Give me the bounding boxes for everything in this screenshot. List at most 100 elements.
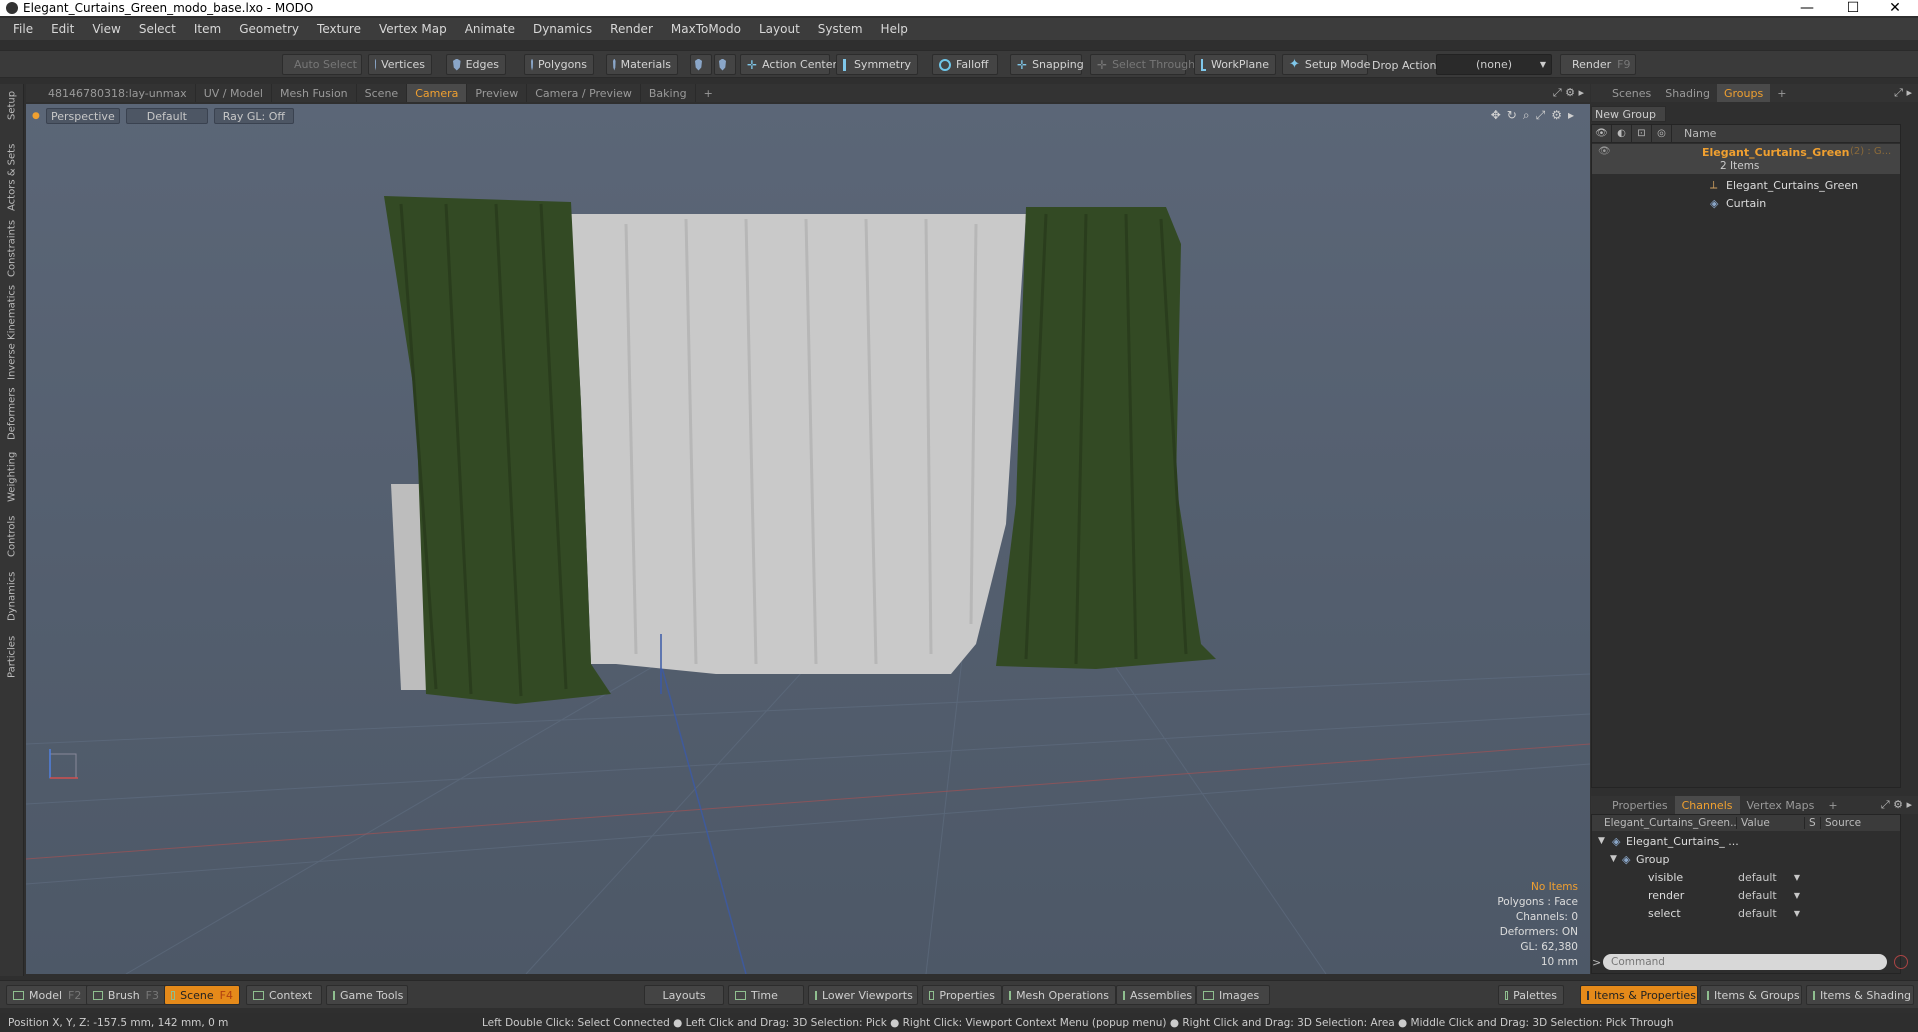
view-mode-dropdown[interactable]: Perspective xyxy=(45,108,120,124)
gear-icon[interactable]: ⚙ xyxy=(1551,108,1562,123)
polygons-button[interactable]: Polygons xyxy=(524,54,594,75)
new-group-button[interactable]: New Group xyxy=(1591,106,1666,122)
tab-layout-unmax[interactable]: 48146780318:lay-unmax xyxy=(26,84,196,102)
select-column-icon[interactable]: ◎ xyxy=(1652,124,1672,143)
command-history-icon[interactable] xyxy=(1894,955,1908,969)
tab-dynamics[interactable]: Dynamics xyxy=(3,568,21,624)
3d-viewport[interactable]: ● Perspective Default Ray GL: Off ✥ ↻ ⌕ … xyxy=(26,104,1590,974)
tab-groups[interactable]: Groups xyxy=(1716,84,1771,102)
setup-mode-button[interactable]: ✦ Setup Mode xyxy=(1282,54,1370,75)
fit-icon[interactable]: ⤢ xyxy=(1536,108,1546,123)
menu-maxtomodo[interactable]: MaxToModo xyxy=(662,22,750,36)
menu-system[interactable]: System xyxy=(809,22,872,36)
menu-edit[interactable]: Edit xyxy=(42,22,83,36)
group-child-row[interactable]: ◈ Curtain xyxy=(1592,194,1900,212)
viewport-options-icon[interactable]: ⤢ ⚙ ▸ xyxy=(1553,86,1584,100)
tab-camera[interactable]: Camera xyxy=(407,84,468,102)
tab-actors-sets[interactable]: Actors & Sets xyxy=(3,140,21,214)
falloff-button[interactable]: Falloff xyxy=(932,54,998,75)
pan-icon[interactable]: ✥ xyxy=(1491,108,1501,123)
items-groups-button[interactable]: Items & Groups xyxy=(1700,985,1802,1005)
group-row-root[interactable]: 👁 Elegant_Curtains_Green (2) : G... 2 It… xyxy=(1592,144,1900,174)
tab-weighting[interactable]: Weighting xyxy=(3,448,21,506)
group-child-row[interactable]: ⟂ Elegant_Curtains_Green xyxy=(1592,176,1900,194)
channel-row[interactable]: visible default ▼ xyxy=(1592,868,1900,886)
items-properties-button[interactable]: Items & Properties xyxy=(1580,985,1698,1005)
render-button[interactable]: Render F9 xyxy=(1560,54,1636,75)
panel-options-icon[interactable]: ⤢ ▸ xyxy=(1894,86,1912,100)
tab-baking[interactable]: Baking xyxy=(641,84,696,102)
add-lower-tab-button[interactable]: + xyxy=(1821,796,1844,814)
chevron-right-icon[interactable]: ▸ xyxy=(1568,108,1574,123)
context-button[interactable]: Context xyxy=(246,985,322,1005)
menu-render[interactable]: Render xyxy=(601,22,662,36)
tab-properties[interactable]: Properties xyxy=(1605,796,1675,814)
select-through-button[interactable]: ✛ Select Through xyxy=(1090,54,1195,75)
channel-root-row[interactable]: ▼ ◈ Elegant_Curtains_ ... xyxy=(1592,832,1900,850)
items-shading-button[interactable]: Items & Shading xyxy=(1806,985,1914,1005)
edges-button[interactable]: Edges xyxy=(446,54,506,75)
close-button[interactable]: ✕ xyxy=(1872,0,1918,16)
drop-action-select[interactable]: (none) ▼ xyxy=(1436,54,1552,75)
zoom-icon[interactable]: ⌕ xyxy=(1523,108,1530,123)
tab-camera-preview[interactable]: Camera / Preview xyxy=(527,84,641,102)
menu-file[interactable]: File xyxy=(4,22,42,36)
menu-layout[interactable]: Layout xyxy=(750,22,809,36)
channel-value-dropdown[interactable]: default ▼ xyxy=(1738,905,1804,921)
lower-panel-options-icon[interactable]: ⤢ ⚙ ▸ xyxy=(1881,798,1912,812)
select-mode-b-button[interactable] xyxy=(714,54,736,75)
assemblies-button[interactable]: Assemblies xyxy=(1116,985,1196,1005)
visibility-column-icon[interactable]: 👁 xyxy=(1592,124,1612,143)
menu-geometry[interactable]: Geometry xyxy=(230,22,308,36)
menu-dynamics[interactable]: Dynamics xyxy=(524,22,601,36)
tab-vertex-maps[interactable]: Vertex Maps xyxy=(1740,796,1822,814)
add-panel-tab-button[interactable]: + xyxy=(1770,84,1793,102)
maximize-button[interactable]: ☐ xyxy=(1830,0,1876,16)
menu-texture[interactable]: Texture xyxy=(308,22,370,36)
images-button[interactable]: Images xyxy=(1196,985,1270,1005)
menu-view[interactable]: View xyxy=(83,22,129,36)
add-tab-button[interactable]: + xyxy=(696,84,721,102)
rotate-icon[interactable]: ↻ xyxy=(1507,108,1517,123)
auto-select-button[interactable]: Auto Select xyxy=(282,54,362,75)
tab-preview[interactable]: Preview xyxy=(467,84,528,102)
menu-animate[interactable]: Animate xyxy=(456,22,524,36)
menu-item[interactable]: Item xyxy=(185,22,230,36)
tab-shading[interactable]: Shading xyxy=(1658,84,1717,102)
snapping-button[interactable]: ✛ Snapping xyxy=(1010,54,1084,75)
eye-icon[interactable]: 👁 xyxy=(1598,146,1611,157)
action-center-button[interactable]: ✛ Action Center xyxy=(740,54,837,75)
select-mode-a-button[interactable] xyxy=(690,54,712,75)
channel-group-row[interactable]: ▼ ◈ Group xyxy=(1592,850,1900,868)
workplane-button[interactable]: WorkPlane xyxy=(1194,54,1276,75)
lock-column-icon[interactable]: ⊡ xyxy=(1632,124,1652,143)
shading-style-dropdown[interactable]: Default xyxy=(125,108,208,124)
menu-help[interactable]: Help xyxy=(872,22,917,36)
menu-vertex-map[interactable]: Vertex Map xyxy=(370,22,456,36)
tab-uv-model[interactable]: UV / Model xyxy=(196,84,272,102)
render-column-icon[interactable]: ◐ xyxy=(1612,124,1632,143)
tab-channels[interactable]: Channels xyxy=(1674,796,1740,814)
tab-constraints[interactable]: Constraints xyxy=(3,218,21,278)
vertices-button[interactable]: Vertices xyxy=(368,54,432,75)
channel-row[interactable]: select default ▼ xyxy=(1592,904,1900,922)
command-input[interactable]: Command xyxy=(1603,954,1887,970)
menu-select[interactable]: Select xyxy=(130,22,185,36)
properties-button[interactable]: Properties xyxy=(922,985,1002,1005)
layouts-button[interactable]: Layouts xyxy=(644,985,724,1005)
lower-viewports-button[interactable]: Lower Viewports xyxy=(808,985,918,1005)
materials-button[interactable]: Materials xyxy=(606,54,678,75)
tab-setup[interactable]: Setup xyxy=(3,86,21,124)
expand-triangle-icon[interactable]: ▼ xyxy=(1598,836,1605,846)
raygl-toggle[interactable]: Ray GL: Off xyxy=(213,108,294,124)
tab-deformers[interactable]: Deformers xyxy=(3,386,21,442)
brush-layout-button[interactable]: Brush F3 xyxy=(86,985,166,1005)
model-layout-button[interactable]: Model F2 xyxy=(6,985,90,1005)
channel-value-dropdown[interactable]: default ▼ xyxy=(1738,869,1804,885)
tab-mesh-fusion[interactable]: Mesh Fusion xyxy=(272,84,357,102)
minimize-button[interactable]: — xyxy=(1784,0,1830,16)
tab-scene[interactable]: Scene xyxy=(357,84,408,102)
tab-scenes[interactable]: Scenes xyxy=(1605,84,1658,102)
channel-row[interactable]: render default ▼ xyxy=(1592,886,1900,904)
time-button[interactable]: Time xyxy=(728,985,804,1005)
